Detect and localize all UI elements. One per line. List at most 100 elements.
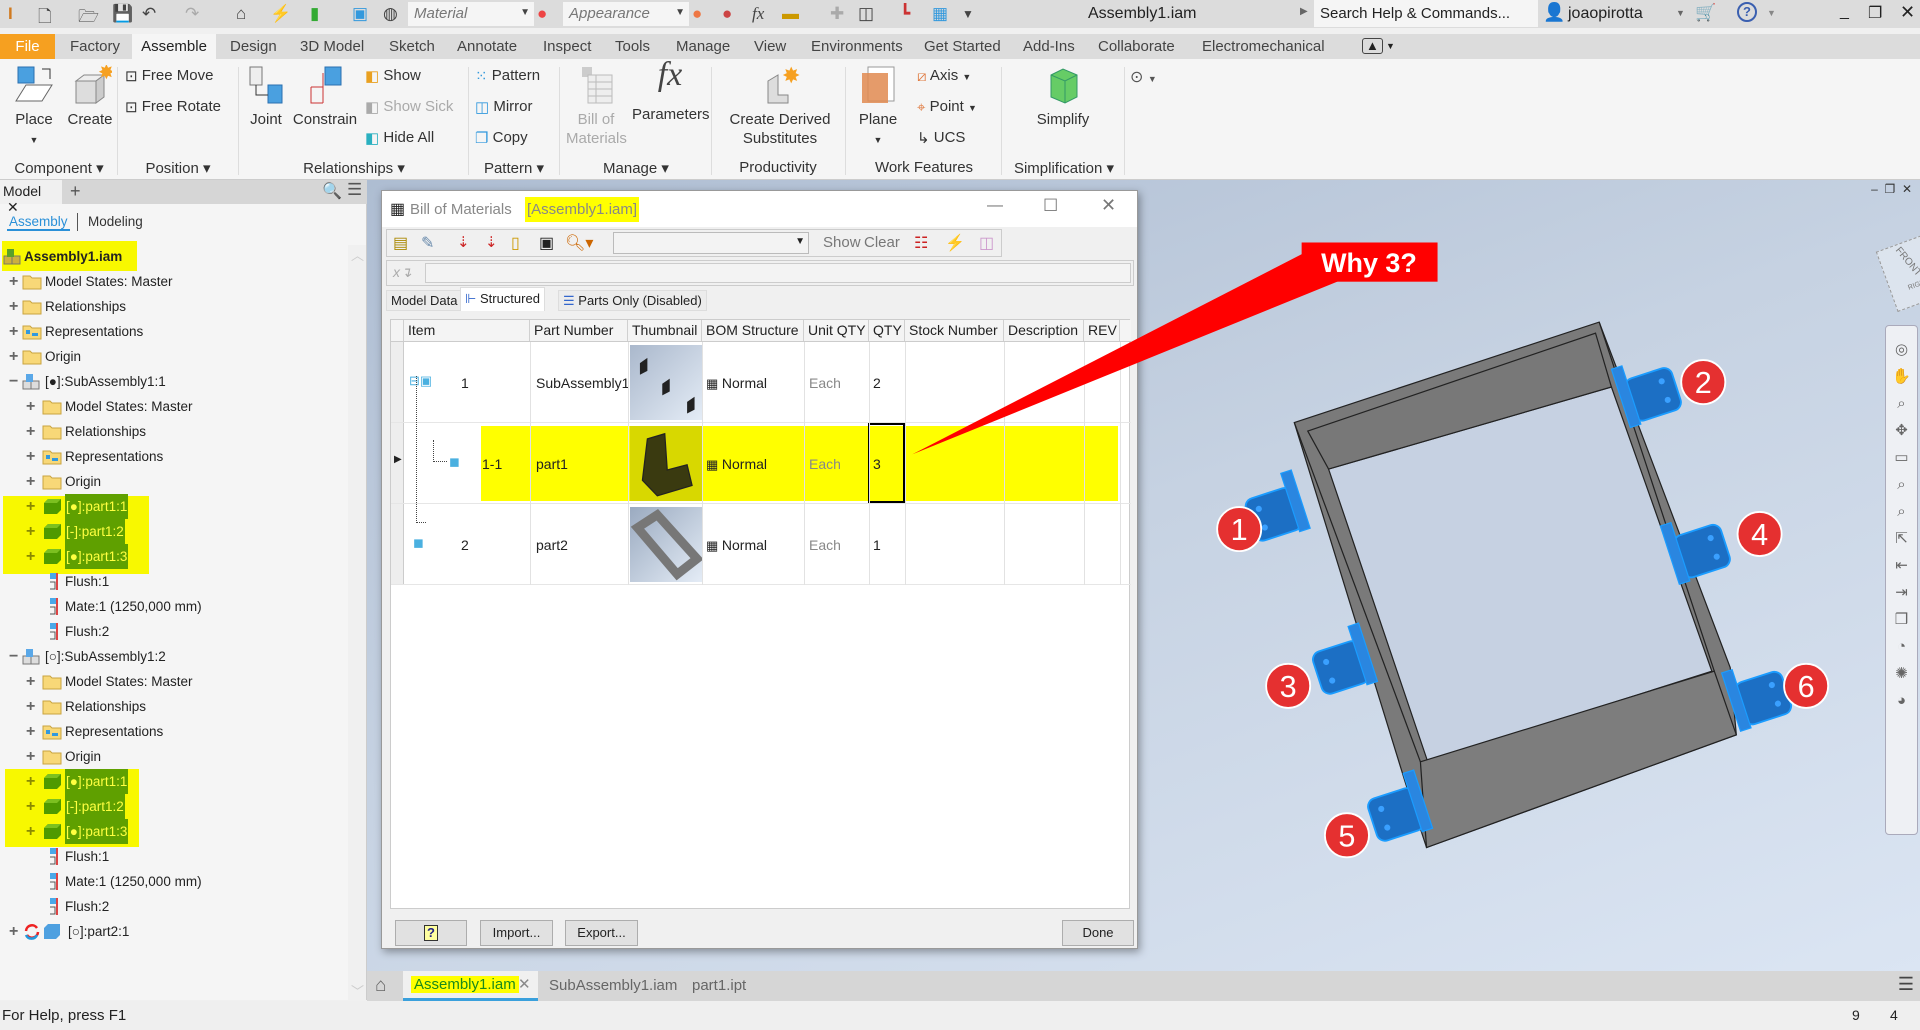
visual-style-icon[interactable]: ◔ bbox=[1886, 633, 1917, 660]
scroll-up-icon[interactable]: ︿ bbox=[351, 245, 364, 264]
clear-button[interactable]: Clear bbox=[864, 234, 900, 251]
close-icon[interactable]: ✕ bbox=[7, 199, 19, 215]
cell-qty[interactable]: 1 bbox=[873, 535, 881, 555]
edit-icon[interactable]: ✎ bbox=[421, 233, 434, 253]
tree-item[interactable]: + Model States: Master bbox=[0, 269, 350, 294]
group-simplification[interactable]: Simplification ▾ bbox=[1014, 159, 1114, 177]
tab-file[interactable]: File bbox=[0, 34, 55, 60]
tab-model-data[interactable]: Model Data bbox=[386, 290, 463, 311]
import-button[interactable]: Import... bbox=[480, 920, 553, 946]
tree-item[interactable]: Flush:2 bbox=[0, 619, 350, 644]
place-button[interactable]: Place ▼ bbox=[10, 65, 58, 150]
mirror-button[interactable]: ◫ Mirror bbox=[475, 98, 533, 116]
expand-icon[interactable]: + bbox=[9, 344, 18, 369]
ribbon-display-dropdown-icon[interactable]: ▼ bbox=[1386, 41, 1395, 51]
more-tools-icon[interactable]: ⊙ ▼ bbox=[1130, 67, 1157, 87]
column-header[interactable]: REV bbox=[1084, 320, 1120, 341]
axis-button[interactable]: ⧄ Axis ▼ bbox=[917, 67, 971, 85]
group-pattern[interactable]: Pattern ▾ bbox=[484, 159, 544, 177]
new-file-icon[interactable]: 🗋 bbox=[38, 4, 52, 33]
adjust-appearance-icon[interactable]: ● bbox=[692, 4, 702, 24]
close-button[interactable]: ✕ bbox=[1101, 195, 1116, 216]
appearance-dropdown[interactable]: Appearance ▼ bbox=[563, 2, 689, 26]
tree-item[interactable]: + [●]:part1:1 bbox=[0, 769, 350, 794]
scroll-down-icon[interactable]: ﹀ bbox=[351, 981, 364, 1000]
ucs-button[interactable]: ↳ UCS bbox=[917, 129, 965, 147]
tree-item[interactable]: + [-]:part1:2 bbox=[0, 519, 350, 544]
tab-model[interactable]: Model ✕ bbox=[0, 180, 62, 215]
expand-icon[interactable]: + bbox=[26, 694, 35, 719]
zoom-selected-icon[interactable]: ⇱ bbox=[1886, 525, 1917, 552]
search-help-input[interactable]: Search Help & Commands... bbox=[1314, 0, 1538, 27]
expand-icon[interactable]: + bbox=[26, 544, 35, 569]
group-position[interactable]: Position ▾ bbox=[145, 159, 210, 177]
zoom-window-icon[interactable]: ⌕ bbox=[1886, 498, 1917, 525]
cell-item[interactable]: 1-1 bbox=[482, 454, 502, 474]
simplify-button[interactable]: Simplify bbox=[1030, 65, 1096, 129]
zoom-all-icon[interactable]: ⌕ bbox=[1886, 471, 1917, 498]
cell-unit-qty[interactable]: Each bbox=[809, 454, 841, 474]
tree-item[interactable]: − [●]:SubAssembly1:1 bbox=[0, 369, 350, 394]
collapse-icon[interactable]: − bbox=[9, 644, 18, 669]
show-button[interactable]: ◧ Show bbox=[365, 67, 421, 85]
sphere-icon[interactable]: ◍ bbox=[383, 4, 398, 24]
column-header[interactable]: Item bbox=[404, 320, 530, 341]
menu-icon[interactable]: ☰ bbox=[347, 180, 362, 200]
find-icon[interactable]: 🔍︎▾ bbox=[565, 233, 593, 253]
orbit-icon[interactable]: ✥ bbox=[1886, 417, 1917, 444]
browser-scrollbar[interactable]: ︿ ﹀ bbox=[348, 245, 366, 1000]
expand-icon[interactable]: + bbox=[26, 794, 35, 819]
ilogic-icon[interactable]: ▣ bbox=[352, 4, 368, 24]
search-icon[interactable]: 🔍 bbox=[322, 181, 342, 201]
pan-icon[interactable]: ✋ bbox=[1886, 363, 1917, 390]
show-sick-button[interactable]: ◧ Show Sick bbox=[365, 98, 453, 116]
group-manage[interactable]: Manage ▾ bbox=[603, 159, 669, 177]
tab-environments[interactable]: Environments bbox=[805, 34, 909, 60]
tree-item[interactable]: Mate:1 (1250,000 mm) bbox=[0, 869, 350, 894]
tree-item[interactable]: + [○]:part2:1 bbox=[0, 919, 350, 944]
viewport-window-controls[interactable]: ‒ ❐ ✕ bbox=[1871, 182, 1912, 196]
steering-wheel-icon[interactable]: ◎ bbox=[1886, 336, 1917, 363]
select-icon[interactable]: ▮ bbox=[310, 4, 319, 24]
undo-icon[interactable]: ↶ bbox=[142, 4, 156, 24]
sort-az-icon[interactable]: ⇣ bbox=[457, 233, 470, 251]
tree-item[interactable]: + [●]:part1:3 bbox=[0, 544, 350, 569]
tab-tools[interactable]: Tools bbox=[609, 34, 656, 60]
renumber-icon[interactable]: ▯ bbox=[511, 233, 520, 253]
open-icon[interactable]: 🗁 bbox=[78, 4, 99, 33]
user-name[interactable]: joaopirotta bbox=[1568, 5, 1643, 23]
subtab-modeling[interactable]: Modeling bbox=[88, 214, 143, 229]
bom-row[interactable]: ▶ ◼ 1-1 part1 ▦ Normal Each 3 bbox=[391, 423, 1131, 504]
iso-view-icon[interactable]: ❒ bbox=[1886, 606, 1917, 633]
tab-add-ins[interactable]: Add-Ins bbox=[1017, 34, 1081, 60]
tab-collaborate[interactable]: Collaborate bbox=[1092, 34, 1181, 60]
expand-icon[interactable]: + bbox=[9, 269, 18, 294]
pattern-button[interactable]: ⁙ Pattern bbox=[475, 67, 540, 85]
tree-item[interactable]: Assembly1.iam bbox=[0, 244, 350, 269]
tab-design[interactable]: Design bbox=[224, 34, 283, 60]
tab-view[interactable]: View bbox=[748, 34, 792, 60]
column-header[interactable]: BOM Structure bbox=[702, 320, 804, 341]
column-header[interactable]: QTY bbox=[869, 320, 905, 341]
bom-row[interactable]: ⊟▣ 1 SubAssembly1 ▦ Normal Each 2 bbox=[391, 343, 1131, 423]
cart-icon[interactable]: 🛒 bbox=[1695, 3, 1716, 23]
tree-item[interactable]: Mate:1 (1250,000 mm) bbox=[0, 594, 350, 619]
cell-bom-structure[interactable]: ▦ Normal bbox=[706, 454, 767, 475]
doc-tab-subassembly1[interactable]: SubAssembly1.iam bbox=[549, 977, 677, 994]
group-component[interactable]: Component ▾ bbox=[14, 159, 103, 177]
cell-unit-qty[interactable]: Each bbox=[809, 373, 841, 393]
cell-qty[interactable]: 2 bbox=[873, 373, 881, 393]
constrain-button[interactable]: Constrain bbox=[292, 65, 358, 129]
expand-icon[interactable]: + bbox=[9, 919, 18, 944]
lighting-icon[interactable]: ✺ bbox=[1886, 660, 1917, 687]
menu-icon[interactable]: ☰ bbox=[1898, 974, 1914, 995]
expand-icon[interactable]: + bbox=[26, 669, 35, 694]
bill-of-materials-button[interactable]: Bill of Materials bbox=[566, 65, 627, 148]
measure-icon[interactable]: ▬ bbox=[782, 4, 799, 24]
show-button[interactable]: Show bbox=[823, 234, 861, 251]
tree-item[interactable]: + Relationships bbox=[0, 294, 350, 319]
customize-icon[interactable]: ▼ bbox=[962, 7, 974, 21]
create-button[interactable]: ✸ Create bbox=[66, 62, 114, 129]
help-icon[interactable]: ? bbox=[1737, 2, 1757, 22]
tree-item[interactable]: Flush:2 bbox=[0, 894, 350, 919]
